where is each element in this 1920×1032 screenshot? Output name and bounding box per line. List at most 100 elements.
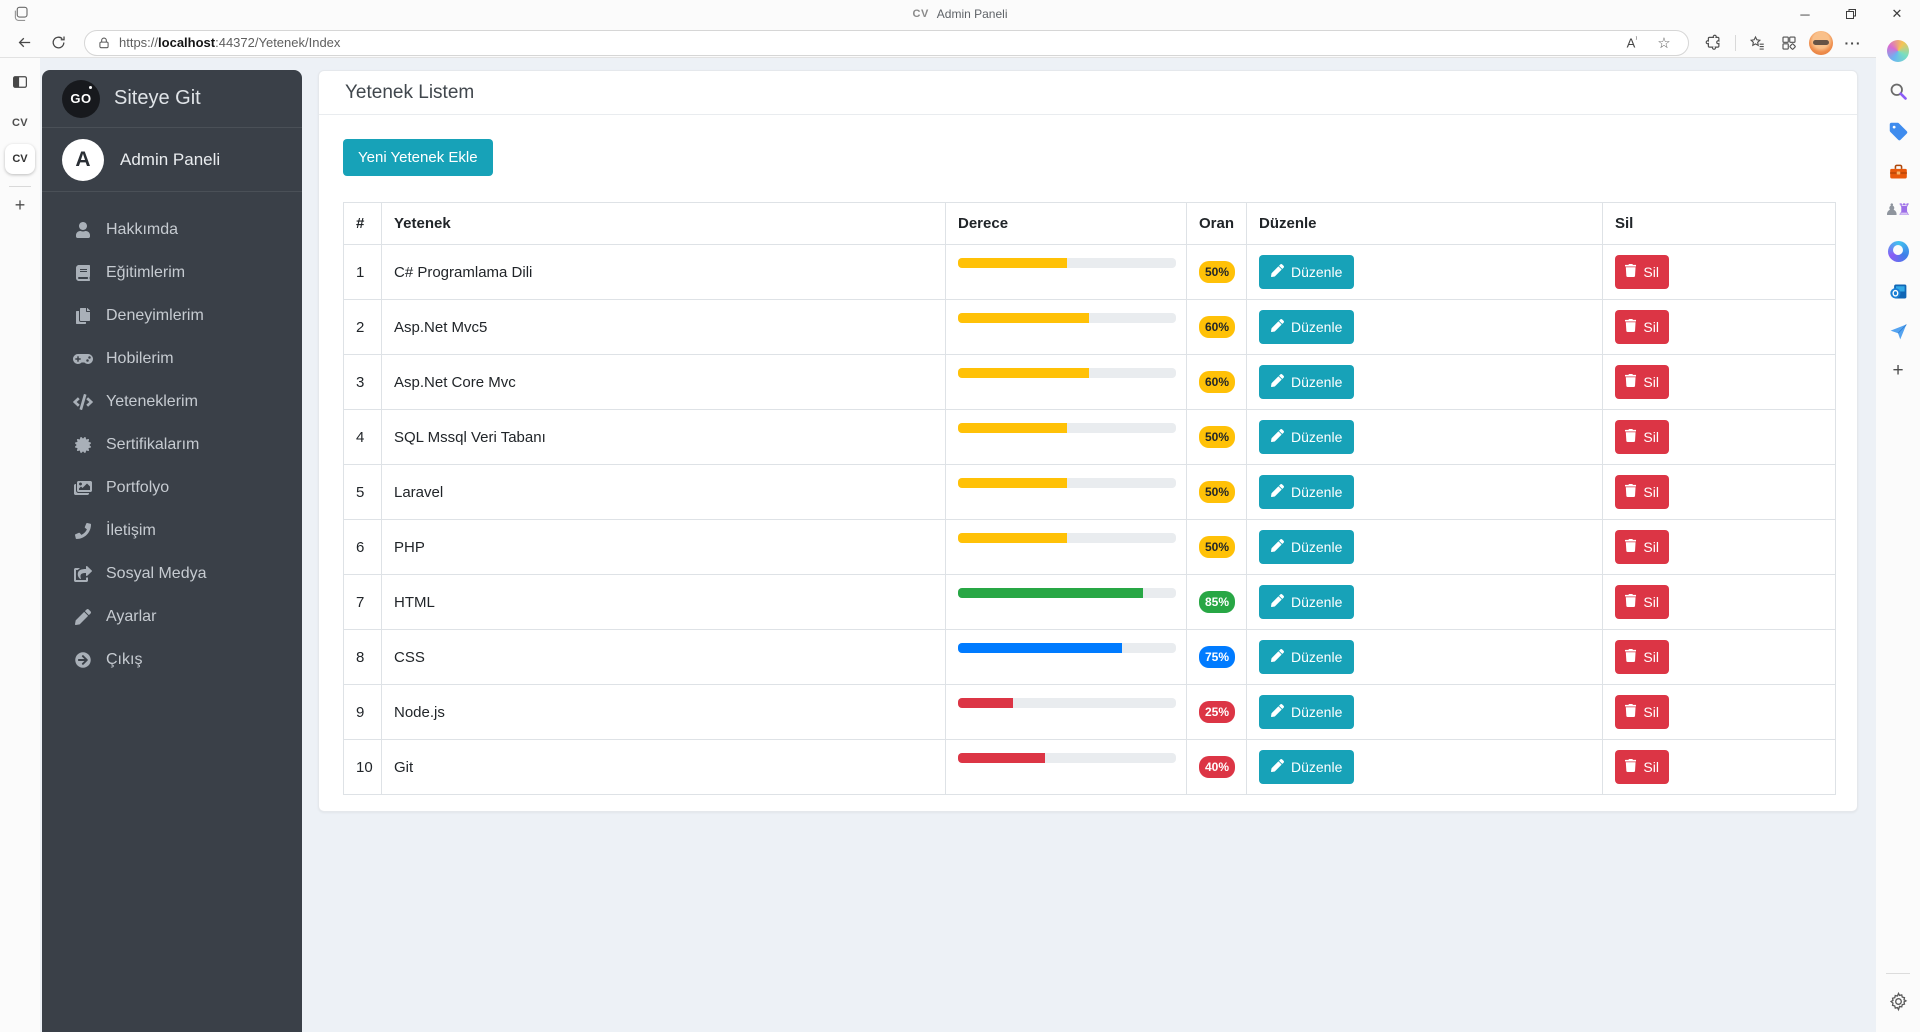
close-button[interactable]: ✕ (1874, 0, 1920, 28)
skills-table: # Yetenek Derece Oran Düzenle Sil 1 C# Progra… (343, 202, 1836, 795)
edit-button[interactable]: Düzenle (1259, 310, 1355, 344)
browser-window: CV Admin Paneli ─ ✕ https://localhost:44… (0, 0, 1920, 1032)
delete-button[interactable]: Sil (1615, 255, 1669, 289)
profile-row[interactable]: A Admin Paneli (42, 128, 302, 192)
favorites-icon[interactable] (1742, 30, 1772, 56)
address-bar[interactable]: https://localhost:44372/Yetenek/Index A⁾… (84, 29, 1689, 56)
edge-sidebar-rail: ♟♜ + (1876, 28, 1920, 1032)
sidebar-item-deneyimlerim[interactable]: Deneyimlerim (42, 294, 302, 337)
gamepad-icon (72, 351, 93, 367)
phone-icon (72, 522, 93, 539)
sidebar-item-hobilerim[interactable]: Hobilerim (42, 337, 302, 380)
sidebar-item-ayarlar[interactable]: Ayarlar (42, 595, 302, 638)
tab-active-cv[interactable]: CV (5, 144, 35, 174)
add-skill-button[interactable]: Yeni Yetenek Ekle (343, 139, 493, 176)
brand-row[interactable]: GO Siteye Git (42, 70, 302, 128)
delete-button[interactable]: Sil (1615, 695, 1669, 729)
sidebar-item-sertifikalarim[interactable]: Sertifikalarım (42, 423, 302, 466)
outlook-icon[interactable] (1879, 272, 1917, 310)
shopping-icon[interactable] (1879, 112, 1917, 150)
column-header-sil: Sil (1602, 202, 1836, 245)
read-aloud-icon[interactable]: A⁾ (1620, 31, 1644, 55)
table-header-row: # Yetenek Derece Oran Düzenle Sil (343, 202, 1836, 245)
settings-icon[interactable] (1879, 982, 1917, 1020)
delete-button[interactable]: Sil (1615, 475, 1669, 509)
delete-button[interactable]: Sil (1615, 750, 1669, 784)
sidebar-item-i-letisim[interactable]: İletişim (42, 509, 302, 552)
edit-button[interactable]: Düzenle (1259, 530, 1355, 564)
skill-name: SQL Mssql Veri Tabanı (381, 409, 946, 465)
toolbox-icon[interactable] (1879, 152, 1917, 190)
extensions-icon[interactable] (1699, 30, 1729, 56)
vertical-tab-rail: CV CV + (0, 58, 40, 1032)
delete-button[interactable]: Sil (1615, 310, 1669, 344)
avatar (1809, 30, 1833, 55)
sidebar-item-yeteneklerim[interactable]: Yeteneklerim (42, 380, 302, 423)
toolbar-divider (1735, 34, 1736, 51)
brand-label: Siteye Git (114, 87, 201, 109)
share-icon (72, 565, 93, 582)
column-header-derece: Derece (945, 202, 1187, 245)
skill-progressbar (958, 478, 1176, 488)
edit-button[interactable]: Düzenle (1259, 255, 1355, 289)
delete-button[interactable]: Sil (1615, 530, 1669, 564)
sidebar-item-sosyal-medya[interactable]: Sosyal Medya (42, 552, 302, 595)
skill-progressbar (958, 643, 1176, 653)
sidebar-item-egitimlerim[interactable]: Eğitimlerim (42, 251, 302, 294)
games-icon[interactable]: ♟♜ (1879, 192, 1917, 230)
table-row: 8 CSS 75% Düzenle Sil (343, 629, 1836, 685)
table-row: 2 Asp.Net Mvc5 60% Düzenle Sil (343, 299, 1836, 355)
active-tab-title[interactable]: CV Admin Paneli (0, 0, 1920, 28)
delete-button[interactable]: Sil (1615, 420, 1669, 454)
microsoft-365-icon[interactable] (1879, 232, 1917, 270)
edit-button[interactable]: Düzenle (1259, 695, 1355, 729)
row-number: 8 (343, 629, 382, 685)
skill-name: Laravel (381, 464, 946, 520)
profile-label: Admin Paneli (120, 149, 221, 169)
pencil-icon (72, 608, 93, 625)
tab-favicon: CV (912, 8, 929, 20)
workspaces-icon[interactable] (1774, 30, 1804, 56)
restore-button[interactable] (1828, 0, 1874, 28)
favorite-star-icon[interactable]: ☆ (1652, 31, 1676, 55)
row-number: 1 (343, 244, 382, 300)
table-row: 7 HTML 85% Düzenle Sil (343, 574, 1836, 630)
copilot-icon[interactable] (1879, 32, 1917, 70)
delete-button[interactable]: Sil (1615, 585, 1669, 619)
drop-icon[interactable] (1879, 312, 1917, 350)
row-number: 6 (343, 519, 382, 575)
tab-inactive-cv[interactable]: CV (12, 110, 28, 136)
edit-button[interactable]: Düzenle (1259, 475, 1355, 509)
delete-button[interactable]: Sil (1615, 365, 1669, 399)
window-controls: ─ ✕ (1782, 0, 1920, 28)
lock-icon[interactable] (97, 36, 111, 50)
page-title: Yetenek Listem (319, 71, 1857, 115)
sidebar-item-hakkimda[interactable]: Hakkımda (42, 208, 302, 251)
edit-button[interactable]: Düzenle (1259, 640, 1355, 674)
sidebar-item-portfolyo[interactable]: Portfolyo (42, 466, 302, 509)
edit-button[interactable]: Düzenle (1259, 585, 1355, 619)
edit-button[interactable]: Düzenle (1259, 420, 1355, 454)
skill-progressbar (958, 368, 1176, 378)
profile-avatar[interactable] (1806, 30, 1836, 56)
refresh-button[interactable] (42, 30, 74, 56)
certificate-icon (72, 436, 93, 453)
settings-menu-icon[interactable]: ··· (1838, 30, 1868, 56)
tab-title-text: Admin Paneli (936, 7, 1008, 21)
add-icon[interactable]: + (1879, 352, 1917, 390)
copy-icon (72, 307, 93, 324)
tab-actions-icon[interactable] (8, 70, 32, 94)
skill-progressbar (958, 423, 1176, 433)
percent-badge: 50% (1199, 261, 1236, 283)
table-row: 3 Asp.Net Core Mvc 60% Düzenle Sil (343, 354, 1836, 410)
minimize-button[interactable]: ─ (1782, 0, 1828, 28)
new-tab-button[interactable]: + (15, 195, 26, 216)
window-titlebar: CV Admin Paneli ─ ✕ (0, 0, 1920, 28)
percent-badge: 60% (1199, 316, 1236, 338)
sidebar-item-cikis[interactable]: Çıkış (42, 638, 302, 681)
search-icon[interactable] (1879, 72, 1917, 110)
edit-button[interactable]: Düzenle (1259, 365, 1355, 399)
delete-button[interactable]: Sil (1615, 640, 1669, 674)
edit-button[interactable]: Düzenle (1259, 750, 1355, 784)
back-button[interactable] (8, 30, 40, 56)
